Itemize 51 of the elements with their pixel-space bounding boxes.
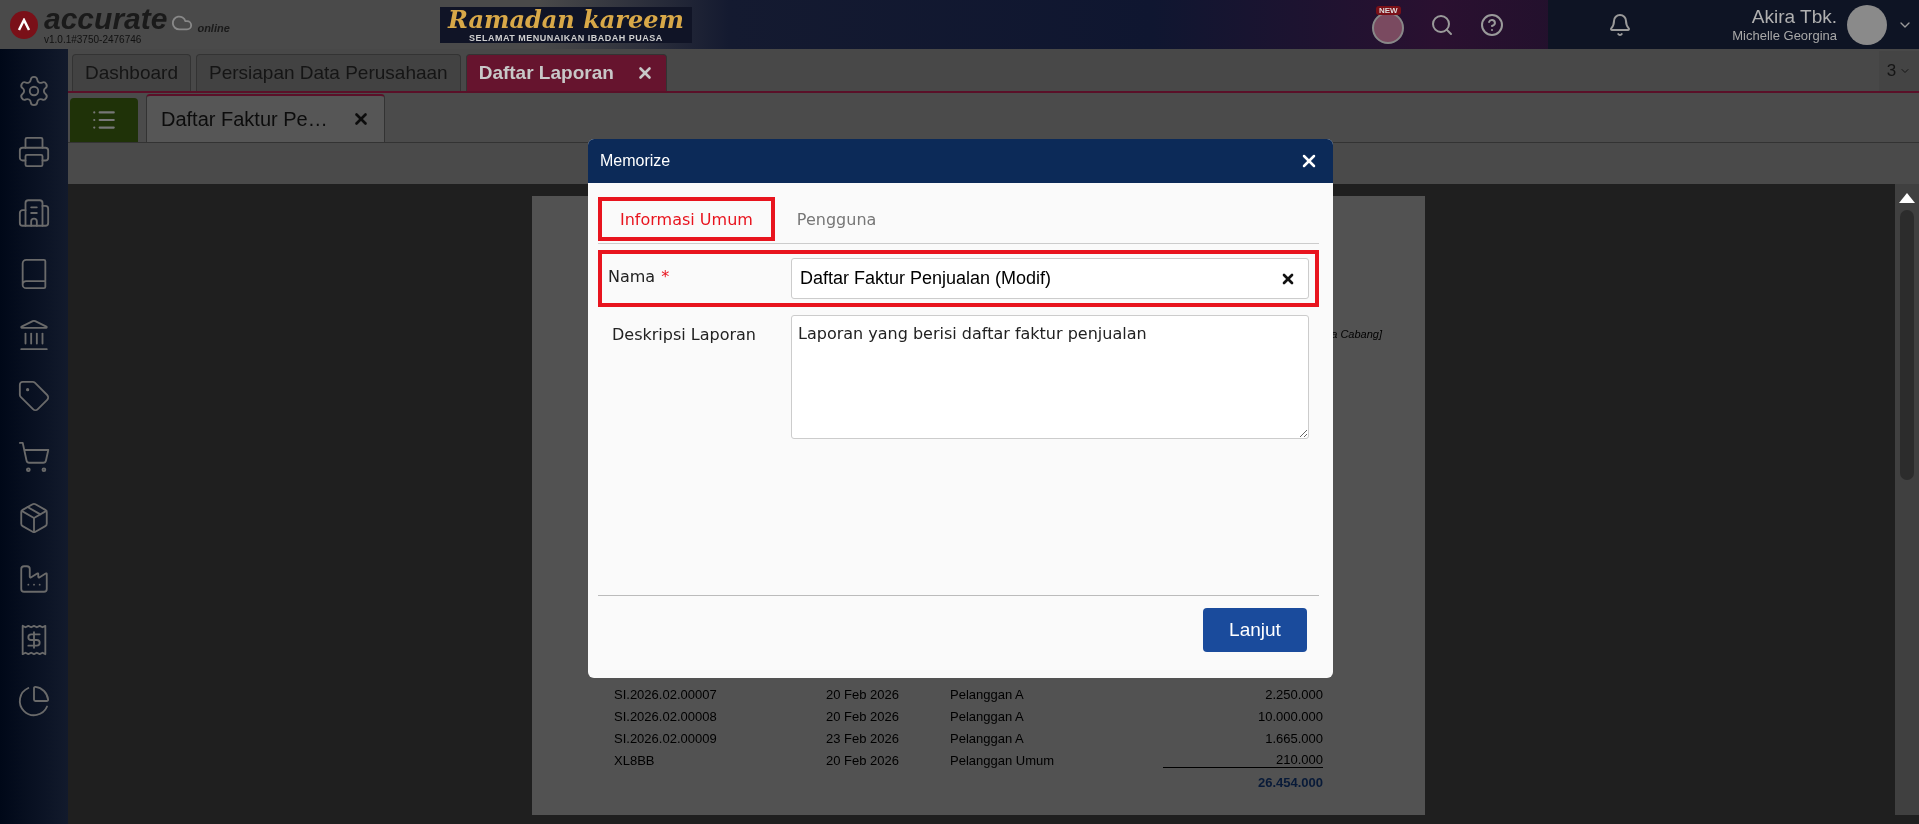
package-icon[interactable] bbox=[17, 501, 51, 535]
invoice-amount: 1.665.000 bbox=[1264, 730, 1323, 746]
factory-icon[interactable] bbox=[17, 562, 51, 596]
name-input[interactable]: Daftar Faktur Penjualan (Modif) bbox=[798, 267, 1280, 290]
banner-subtitle: SELAMAT MENUNAIKAN IBADAH PUASA bbox=[469, 32, 663, 43]
settings-icon[interactable] bbox=[17, 74, 51, 108]
version-text: v1.0.1#3750-2476746 bbox=[44, 34, 143, 45]
user-subtitle: Michelle Georgina bbox=[1732, 28, 1837, 43]
invoice-number: SI.2026.02.00008 bbox=[614, 708, 718, 724]
customer-name: Pelanggan A bbox=[950, 730, 1025, 746]
report-tab[interactable]: Daftar Faktur Pe… bbox=[146, 94, 385, 142]
invoice-amount: 2.250.000 bbox=[1264, 686, 1323, 702]
description-field[interactable]: Laporan yang berisi daftar faktur penjualan bbox=[791, 315, 1309, 439]
dialog-title: Memorize bbox=[600, 152, 671, 170]
invoice-number: XL8BB bbox=[614, 752, 656, 768]
scrollbar[interactable] bbox=[1895, 184, 1919, 815]
tab[interactable]: Daftar Laporan bbox=[465, 54, 667, 91]
invoice-number: SI.2026.02.00009 bbox=[614, 730, 718, 746]
dialog-tab[interactable]: Informasi Umum bbox=[598, 197, 775, 241]
logo-icon bbox=[10, 10, 38, 39]
cart-icon[interactable] bbox=[17, 440, 51, 474]
bank-icon[interactable] bbox=[17, 318, 51, 352]
avatar[interactable] bbox=[1847, 4, 1887, 45]
invoice-date: 20 Feb 2026 bbox=[826, 752, 900, 768]
help-icon[interactable] bbox=[1480, 12, 1505, 37]
invoice-date: 20 Feb 2026 bbox=[826, 708, 900, 724]
continue-button[interactable]: Lanjut bbox=[1203, 608, 1307, 652]
pie-chart-icon[interactable] bbox=[17, 684, 51, 718]
new-badge: NEW bbox=[1375, 5, 1401, 15]
name-field[interactable]: Daftar Faktur Penjualan (Modif) bbox=[791, 258, 1309, 299]
printer-icon[interactable] bbox=[17, 135, 51, 169]
invoice-date: 23 Feb 2026 bbox=[826, 730, 900, 746]
invoice-amount: 210.000 bbox=[1163, 752, 1323, 768]
invoice-date: 20 Feb 2026 bbox=[826, 686, 900, 702]
field-label: Deskripsi Laporan bbox=[611, 324, 757, 346]
banner-title: Ramadan kareem bbox=[448, 6, 684, 33]
user-name: Akira Tbk. bbox=[1751, 6, 1837, 28]
field-label: Nama * bbox=[607, 266, 671, 288]
search-icon[interactable] bbox=[1430, 12, 1455, 37]
invoice-amount: 10.000.000 bbox=[1256, 708, 1323, 724]
building-icon[interactable] bbox=[17, 196, 51, 230]
list-button[interactable] bbox=[70, 98, 138, 142]
customer-name: Pelanggan A bbox=[950, 686, 1025, 702]
scroll-up-icon[interactable] bbox=[1898, 192, 1916, 204]
total-amount: 26.454.000 bbox=[1256, 774, 1323, 790]
bell-icon[interactable] bbox=[1608, 12, 1633, 37]
price-tag-icon[interactable] bbox=[17, 379, 51, 413]
dialog-tab[interactable]: Pengguna bbox=[774, 197, 899, 241]
invoice-number: SI.2026.02.00007 bbox=[614, 686, 718, 702]
customer-name: Pelanggan Umum bbox=[950, 752, 1056, 768]
customer-name: Pelanggan A bbox=[950, 708, 1025, 724]
